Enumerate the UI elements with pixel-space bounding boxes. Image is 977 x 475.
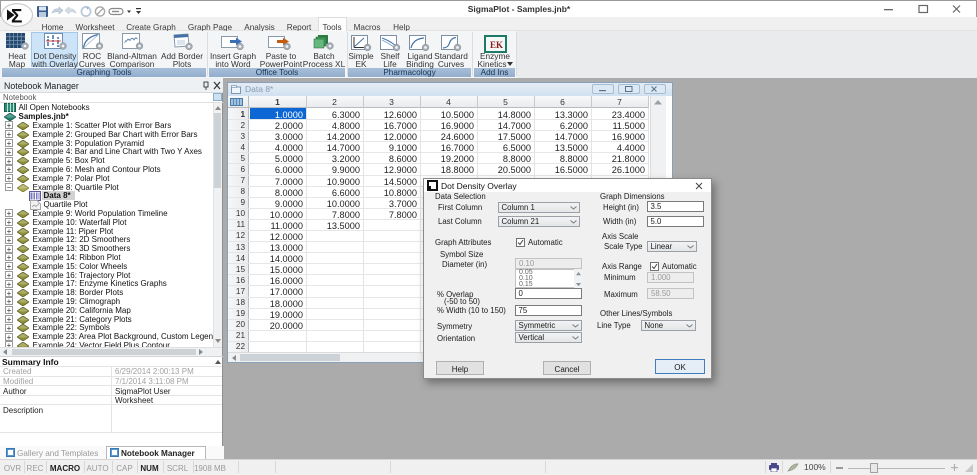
svg-text:EK: EK [490, 40, 503, 50]
svg-text:Σ: Σ [11, 7, 22, 28]
